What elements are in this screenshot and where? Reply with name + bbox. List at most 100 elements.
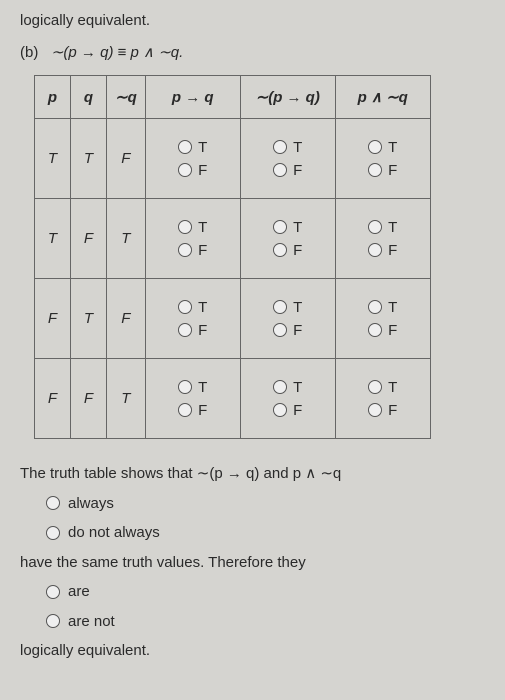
radio-icon[interactable] [46, 496, 60, 510]
radio-option-t[interactable]: T [273, 379, 302, 396]
radio-label: T [198, 219, 207, 236]
radio-option-f[interactable]: F [368, 242, 397, 259]
radio-icon[interactable] [178, 300, 192, 314]
radio-icon[interactable] [178, 323, 192, 337]
radio-icon[interactable] [178, 403, 192, 417]
option-are-not[interactable]: are not [46, 609, 485, 635]
radio-label: T [293, 299, 302, 316]
option-do-not-always[interactable]: do not always [46, 520, 485, 546]
radio-icon[interactable] [273, 323, 287, 337]
radio-label: F [198, 162, 207, 179]
radio-group: TF [342, 299, 424, 339]
conclusion-line-2: have the same truth values. Therefore th… [20, 550, 485, 576]
radio-label: T [388, 379, 397, 396]
radio-option-t[interactable]: T [273, 219, 302, 236]
radio-icon[interactable] [368, 163, 382, 177]
cell-q: F [71, 359, 107, 439]
cell-radio-group: TF [335, 119, 430, 199]
radio-option-t[interactable]: T [178, 299, 207, 316]
radio-icon[interactable] [368, 323, 382, 337]
radio-option-t[interactable]: T [273, 299, 302, 316]
cell-nq: F [107, 119, 146, 199]
radio-group: TF [247, 139, 329, 179]
cell-p: T [35, 199, 71, 279]
radio-option-t[interactable]: T [368, 379, 397, 396]
cell-radio-group: TF [145, 119, 240, 199]
cell-radio-group: TF [335, 279, 430, 359]
radio-option-f[interactable]: F [273, 162, 302, 179]
radio-icon[interactable] [273, 403, 287, 417]
intro-text: logically equivalent. [20, 12, 485, 29]
radio-label: F [293, 402, 302, 419]
radio-option-f[interactable]: F [273, 402, 302, 419]
radio-icon[interactable] [273, 300, 287, 314]
truth-table: p q ∼q p → q ∼(p → q) p ∧ ∼q TTFTFTFTFTF… [34, 75, 431, 439]
radio-option-t[interactable]: T [368, 299, 397, 316]
radio-icon[interactable] [273, 163, 287, 177]
radio-icon[interactable] [46, 614, 60, 628]
radio-label: F [293, 242, 302, 259]
radio-group: TF [152, 379, 234, 419]
radio-option-f[interactable]: F [273, 322, 302, 339]
radio-option-t[interactable]: T [273, 139, 302, 156]
radio-icon[interactable] [178, 140, 192, 154]
table-row: TTFTFTFTF [35, 119, 431, 199]
radio-group: TF [342, 219, 424, 259]
option-always[interactable]: always [46, 491, 485, 517]
table-header-row: p q ∼q p → q ∼(p → q) p ∧ ∼q [35, 76, 431, 119]
radio-label: T [293, 219, 302, 236]
radio-icon[interactable] [368, 403, 382, 417]
radio-option-f[interactable]: F [368, 162, 397, 179]
radio-label: F [388, 162, 397, 179]
conclusion-line-1: The truth table shows that ∼(p → q) and … [20, 461, 485, 487]
option-donot-label: do not always [68, 520, 160, 546]
radio-option-t[interactable]: T [178, 139, 207, 156]
radio-icon[interactable] [368, 380, 382, 394]
cell-q: T [71, 279, 107, 359]
radio-label: T [293, 139, 302, 156]
radio-label: F [293, 322, 302, 339]
cell-radio-group: TF [335, 359, 430, 439]
radio-option-f[interactable]: F [178, 242, 207, 259]
radio-option-f[interactable]: F [273, 242, 302, 259]
option-are[interactable]: are [46, 579, 485, 605]
radio-icon[interactable] [368, 220, 382, 234]
radio-icon[interactable] [178, 220, 192, 234]
radio-icon[interactable] [178, 243, 192, 257]
table-row: FTFTFTFTF [35, 279, 431, 359]
cell-radio-group: TF [240, 119, 335, 199]
radio-icon[interactable] [178, 380, 192, 394]
header-p-and-nq: p ∧ ∼q [335, 76, 430, 119]
radio-label: T [388, 299, 397, 316]
cell-radio-group: TF [240, 359, 335, 439]
radio-option-f[interactable]: F [368, 322, 397, 339]
radio-icon[interactable] [273, 243, 287, 257]
radio-option-t[interactable]: T [178, 379, 207, 396]
radio-option-f[interactable]: F [178, 322, 207, 339]
radio-option-f[interactable]: F [368, 402, 397, 419]
radio-icon[interactable] [178, 163, 192, 177]
radio-label: T [388, 139, 397, 156]
radio-icon[interactable] [273, 380, 287, 394]
radio-icon[interactable] [368, 300, 382, 314]
radio-icon[interactable] [46, 585, 60, 599]
radio-label: F [198, 242, 207, 259]
option-are-label: are [68, 579, 90, 605]
radio-icon[interactable] [368, 140, 382, 154]
cell-radio-group: TF [240, 199, 335, 279]
option-arenot-label: are not [68, 609, 115, 635]
radio-icon[interactable] [368, 243, 382, 257]
cell-p: F [35, 359, 71, 439]
radio-icon[interactable] [273, 140, 287, 154]
radio-option-t[interactable]: T [178, 219, 207, 236]
radio-option-f[interactable]: F [178, 162, 207, 179]
radio-label: F [388, 242, 397, 259]
radio-option-t[interactable]: T [368, 139, 397, 156]
radio-option-f[interactable]: F [178, 402, 207, 419]
radio-group: TF [247, 299, 329, 339]
cell-radio-group: TF [240, 279, 335, 359]
radio-icon[interactable] [273, 220, 287, 234]
radio-option-t[interactable]: T [368, 219, 397, 236]
cell-radio-group: TF [335, 199, 430, 279]
radio-icon[interactable] [46, 526, 60, 540]
